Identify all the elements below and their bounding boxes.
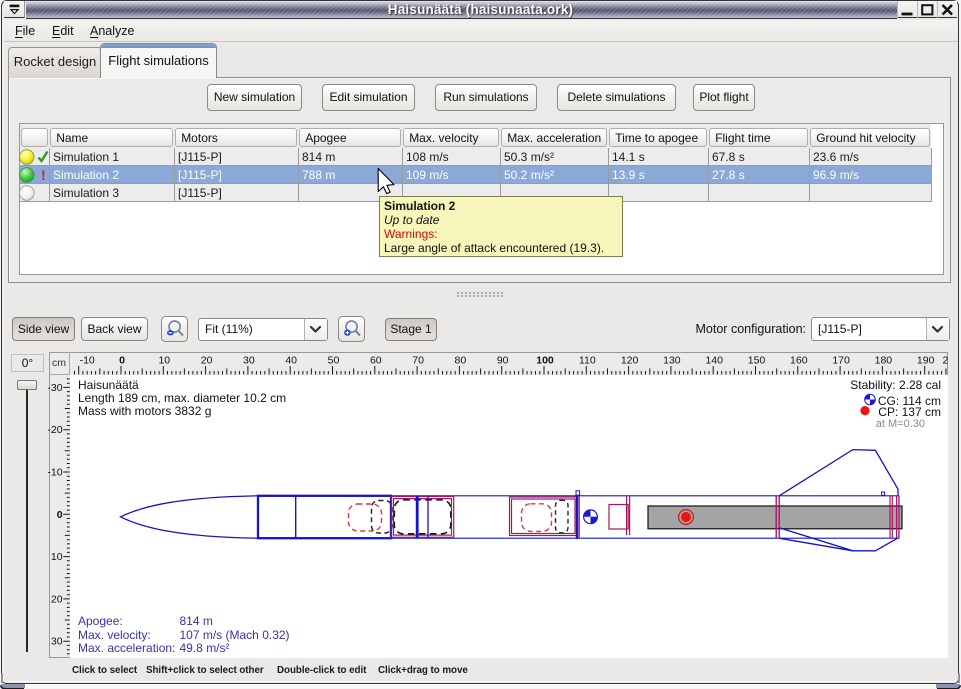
svg-text:60: 60 (370, 355, 382, 367)
svg-text:90: 90 (497, 355, 509, 367)
svg-text:40: 40 (285, 355, 297, 367)
svg-text:-10: -10 (47, 467, 62, 479)
svg-text:140: 140 (705, 355, 723, 367)
svg-text:120: 120 (621, 355, 639, 367)
svg-text:70: 70 (412, 355, 424, 367)
svg-text:0: 0 (57, 509, 63, 521)
svg-text:10: 10 (158, 355, 170, 367)
svg-text:160: 160 (790, 355, 808, 367)
svg-text:-20: -20 (47, 424, 62, 436)
svg-text:20: 20 (51, 593, 63, 605)
svg-text:150: 150 (748, 355, 766, 367)
svg-text:10: 10 (51, 551, 63, 563)
svg-text:180: 180 (875, 355, 893, 367)
svg-text:20: 20 (201, 355, 213, 367)
svg-text:100: 100 (536, 355, 554, 367)
svg-text:-30: -30 (47, 382, 62, 394)
svg-text:130: 130 (663, 355, 681, 367)
svg-text:80: 80 (455, 355, 467, 367)
svg-text:30: 30 (51, 636, 63, 648)
svg-text:190: 190 (917, 355, 935, 367)
svg-text:-10: -10 (80, 355, 95, 367)
svg-text:2: 2 (943, 355, 949, 367)
svg-text:30: 30 (243, 355, 255, 367)
svg-text:0: 0 (119, 355, 125, 367)
svg-text:110: 110 (579, 355, 596, 367)
svg-text:170: 170 (832, 355, 850, 367)
svg-text:50: 50 (328, 355, 340, 367)
